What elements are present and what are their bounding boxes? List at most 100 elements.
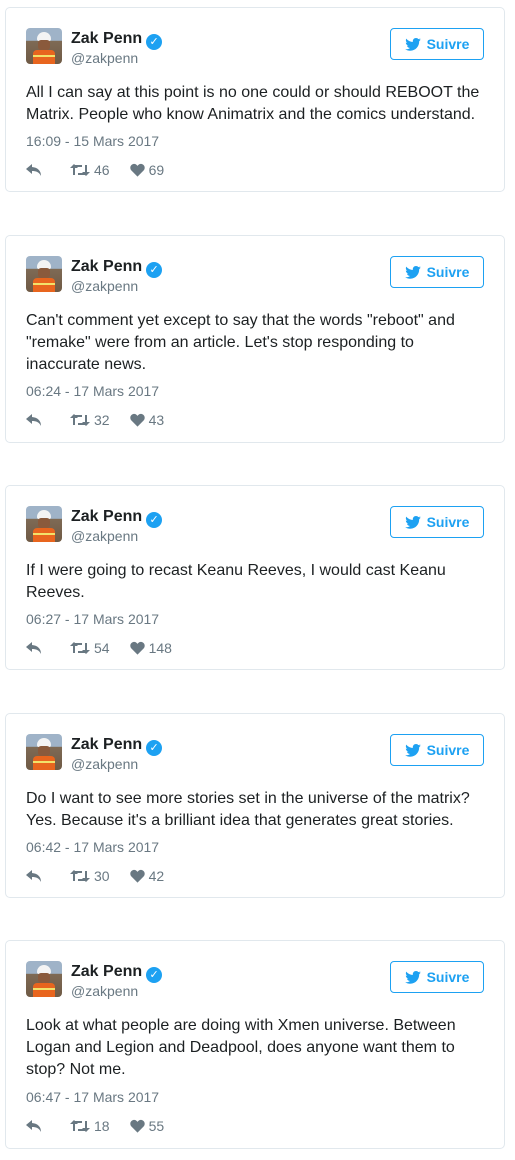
twitter-bird-icon [404,743,421,757]
heart-icon [129,1119,145,1133]
follow-button[interactable]: Suivre [390,506,484,538]
author-name[interactable]: Zak Penn ✓ [71,507,163,528]
reply-button[interactable] [26,869,46,883]
follow-button-label: Suivre [426,36,470,52]
like-button[interactable]: 148 [129,640,172,656]
follow-button-label: Suivre [426,514,470,530]
retweet-count: 32 [94,412,110,428]
author-handle[interactable]: @zakpenn [71,527,138,545]
twitter-bird-icon [404,265,421,279]
avatar[interactable] [26,734,62,770]
tweet-timestamp[interactable]: 06:24 - 17 Mars 2017 [26,382,159,400]
tweet-actions: 18 55 [26,1117,184,1135]
verified-badge-icon: ✓ [146,740,163,756]
author-name[interactable]: Zak Penn ✓ [71,962,163,983]
author-name-text[interactable]: Zak Penn [71,508,142,525]
tweet-text: Do I want to see more stories set in the… [26,790,470,829]
author-name-text[interactable]: Zak Penn [71,258,142,275]
like-button[interactable]: 55 [129,1118,165,1134]
follow-button[interactable]: Suivre [390,28,484,60]
like-count: 148 [148,640,172,656]
tweet-actions: 30 42 [26,867,184,885]
tweet-text: Can't comment yet except to say that the… [26,312,455,373]
tweet-card: Zak Penn ✓ @zakpenn Suivre All I can say … [5,7,505,192]
reply-icon [26,1120,41,1132]
reply-icon [26,870,41,882]
tweet-card: Zak Penn ✓ @zakpenn Suivre If I were goin… [5,485,505,670]
retweet-icon [70,164,90,176]
verified-badge-icon: ✓ [146,512,163,528]
author-handle[interactable]: @zakpenn [71,277,138,295]
like-count: 42 [148,868,165,884]
like-button[interactable]: 69 [129,162,165,178]
tweet-actions: 32 43 [26,411,184,429]
retweet-count: 18 [94,1118,110,1134]
tweet-timestamp[interactable]: 06:27 - 17 Mars 2017 [26,610,159,628]
author-name[interactable]: Zak Penn ✓ [71,29,163,50]
like-count: 55 [148,1118,165,1134]
tweet-text: If I were going to recast Keanu Reeves, … [26,562,446,601]
like-button[interactable]: 43 [129,412,165,428]
avatar[interactable] [26,961,62,997]
tweet-actions: 54 148 [26,639,192,657]
verified-badge-icon: ✓ [146,34,163,50]
author-name-text[interactable]: Zak Penn [71,736,142,753]
tweet-card: Zak Penn ✓ @zakpenn Suivre Do I want to s… [5,713,505,898]
like-button[interactable]: 42 [129,868,165,884]
reply-icon [26,414,41,426]
tweet-timestamp[interactable]: 06:42 - 17 Mars 2017 [26,838,159,856]
follow-button[interactable]: Suivre [390,961,484,993]
twitter-bird-icon [404,515,421,529]
tweet-card: Zak Penn ✓ @zakpenn Suivre Can't comment … [5,235,505,443]
tweet-actions: 46 69 [26,161,184,179]
follow-button[interactable]: Suivre [390,256,484,288]
tweet-card: Zak Penn ✓ @zakpenn Suivre Look at what p… [5,940,505,1149]
tweet-text: Look at what people are doing with Xmen … [26,1017,456,1078]
reply-button[interactable] [26,641,46,655]
reply-button[interactable] [26,413,46,427]
retweet-button[interactable]: 30 [70,868,110,884]
retweet-count: 30 [94,868,110,884]
follow-button[interactable]: Suivre [390,734,484,766]
reply-icon [26,164,41,176]
heart-icon [129,641,145,655]
verified-badge-icon: ✓ [146,967,163,983]
heart-icon [129,869,145,883]
retweet-button[interactable]: 46 [70,162,110,178]
author-handle[interactable]: @zakpenn [71,755,138,773]
retweet-button[interactable]: 18 [70,1118,110,1134]
avatar[interactable] [26,256,62,292]
tweet-text: All I can say at this point is no one co… [26,84,480,123]
author-name-text[interactable]: Zak Penn [71,963,142,980]
tweet-timestamp[interactable]: 06:47 - 17 Mars 2017 [26,1088,159,1106]
retweet-icon [70,870,90,882]
retweet-button[interactable]: 32 [70,412,110,428]
heart-icon [129,413,145,427]
like-count: 69 [148,162,165,178]
retweet-button[interactable]: 54 [70,640,110,656]
heart-icon [129,163,145,177]
retweet-count: 54 [94,640,110,656]
author-name[interactable]: Zak Penn ✓ [71,735,163,756]
retweet-icon [70,1120,90,1132]
author-handle[interactable]: @zakpenn [71,982,138,1000]
author-name[interactable]: Zak Penn ✓ [71,257,163,278]
retweet-icon [70,642,90,654]
follow-button-label: Suivre [426,264,470,280]
follow-button-label: Suivre [426,742,470,758]
twitter-bird-icon [404,37,421,51]
like-count: 43 [148,412,165,428]
reply-button[interactable] [26,163,46,177]
twitter-bird-icon [404,970,421,984]
reply-icon [26,642,41,654]
retweet-count: 46 [94,162,110,178]
avatar[interactable] [26,28,62,64]
tweet-timestamp[interactable]: 16:09 - 15 Mars 2017 [26,132,159,150]
follow-button-label: Suivre [426,969,470,985]
verified-badge-icon: ✓ [146,262,163,278]
avatar[interactable] [26,506,62,542]
reply-button[interactable] [26,1119,46,1133]
author-name-text[interactable]: Zak Penn [71,30,142,47]
retweet-icon [70,414,90,426]
author-handle[interactable]: @zakpenn [71,49,138,67]
